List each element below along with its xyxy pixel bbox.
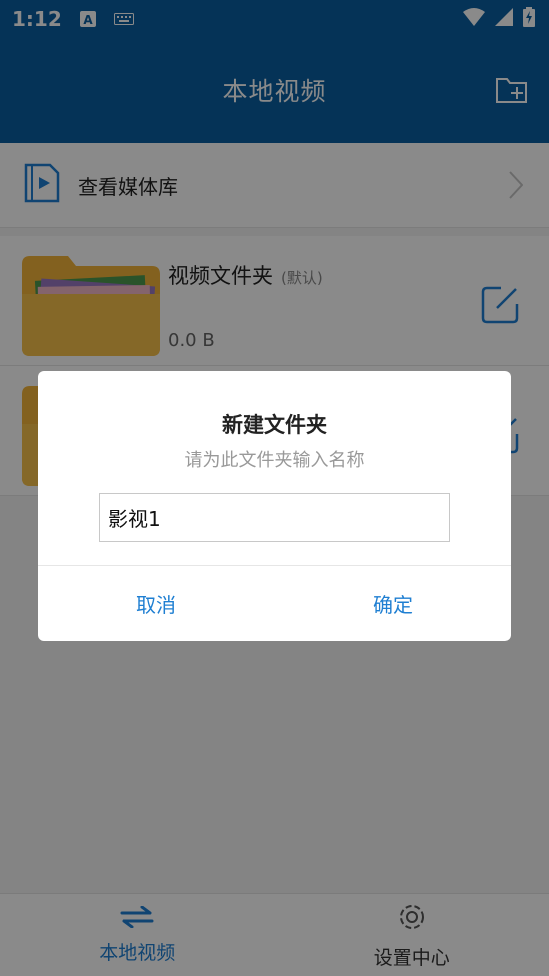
app-screen: 1:12 A 本地视频 查看媒体库 视频文件夹 (默认) 0.0 B 本地视频 …	[0, 0, 549, 976]
confirm-button[interactable]: 确定	[275, 566, 511, 641]
new-folder-dialog: 新建文件夹 请为此文件夹输入名称 取消 确定	[38, 371, 511, 641]
dialog-subtitle: 请为此文件夹输入名称	[184, 450, 365, 471]
dialog-title: 新建文件夹	[222, 413, 327, 437]
folder-name-input[interactable]	[99, 493, 450, 542]
cancel-button[interactable]: 取消	[38, 566, 274, 641]
